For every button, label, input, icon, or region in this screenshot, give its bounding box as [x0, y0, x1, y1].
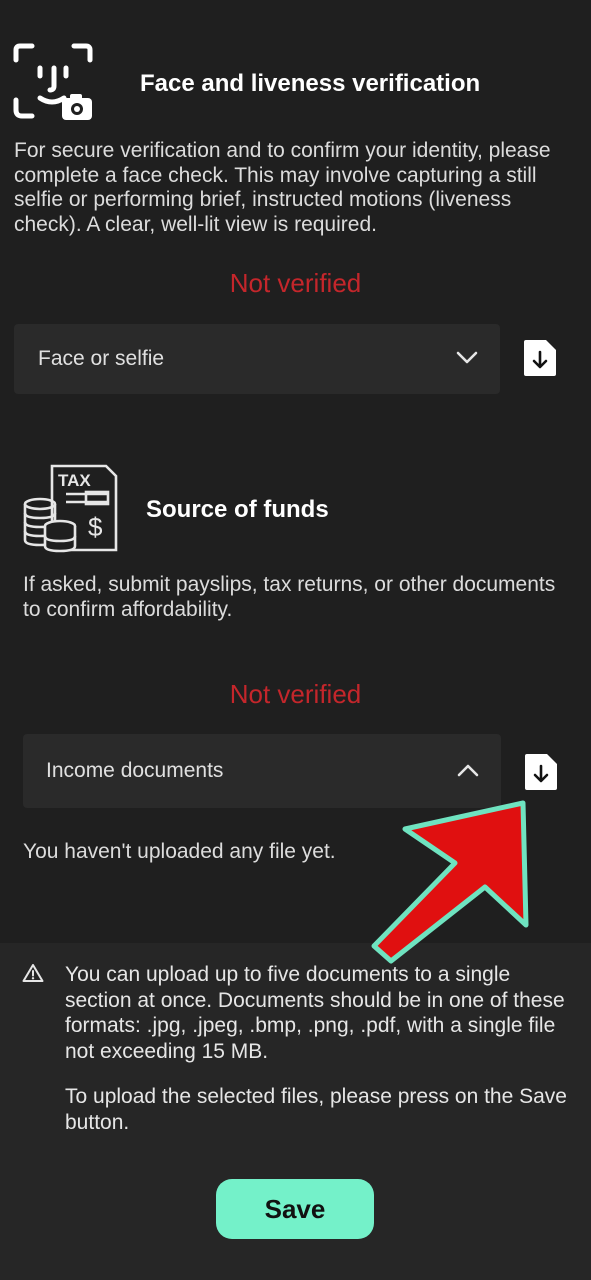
face-document-select[interactable]: Face or selfie	[14, 324, 500, 394]
funds-document-select-value: Income documents	[46, 759, 224, 782]
funds-section-description: If asked, submit payslips, tax returns, …	[23, 573, 556, 621]
face-section-title: Face and liveness verification	[140, 70, 481, 97]
file-download-icon	[525, 754, 557, 790]
funds-status-label: Not verified	[229, 679, 362, 709]
face-document-select-value: Face or selfie	[38, 347, 165, 370]
funds-upload-file-button[interactable]	[523, 752, 559, 792]
file-download-icon	[524, 340, 556, 376]
upload-save-hint: To upload the selected files, please pre…	[65, 1085, 567, 1134]
funds-document-select[interactable]: Income documents	[23, 734, 501, 808]
face-upload-file-button[interactable]	[522, 338, 558, 378]
chevron-up-icon	[457, 759, 479, 783]
svg-text:$: $	[88, 512, 103, 542]
face-id-icon	[12, 42, 96, 124]
face-status-label: Not verified	[229, 268, 362, 298]
no-files-message: You haven't uploaded any file yet.	[23, 840, 336, 863]
tax-icon-label: TAX	[58, 471, 91, 490]
upload-rules-text: You can upload up to five documents to a…	[65, 963, 565, 1063]
funds-section-title: Source of funds	[146, 496, 329, 523]
chevron-down-icon	[456, 347, 478, 371]
tax-document-icon: TAX $	[20, 462, 120, 557]
save-button[interactable]: Save	[216, 1179, 374, 1239]
face-section-description: For secure verification and to confirm y…	[14, 139, 551, 236]
warning-icon	[22, 963, 44, 988]
